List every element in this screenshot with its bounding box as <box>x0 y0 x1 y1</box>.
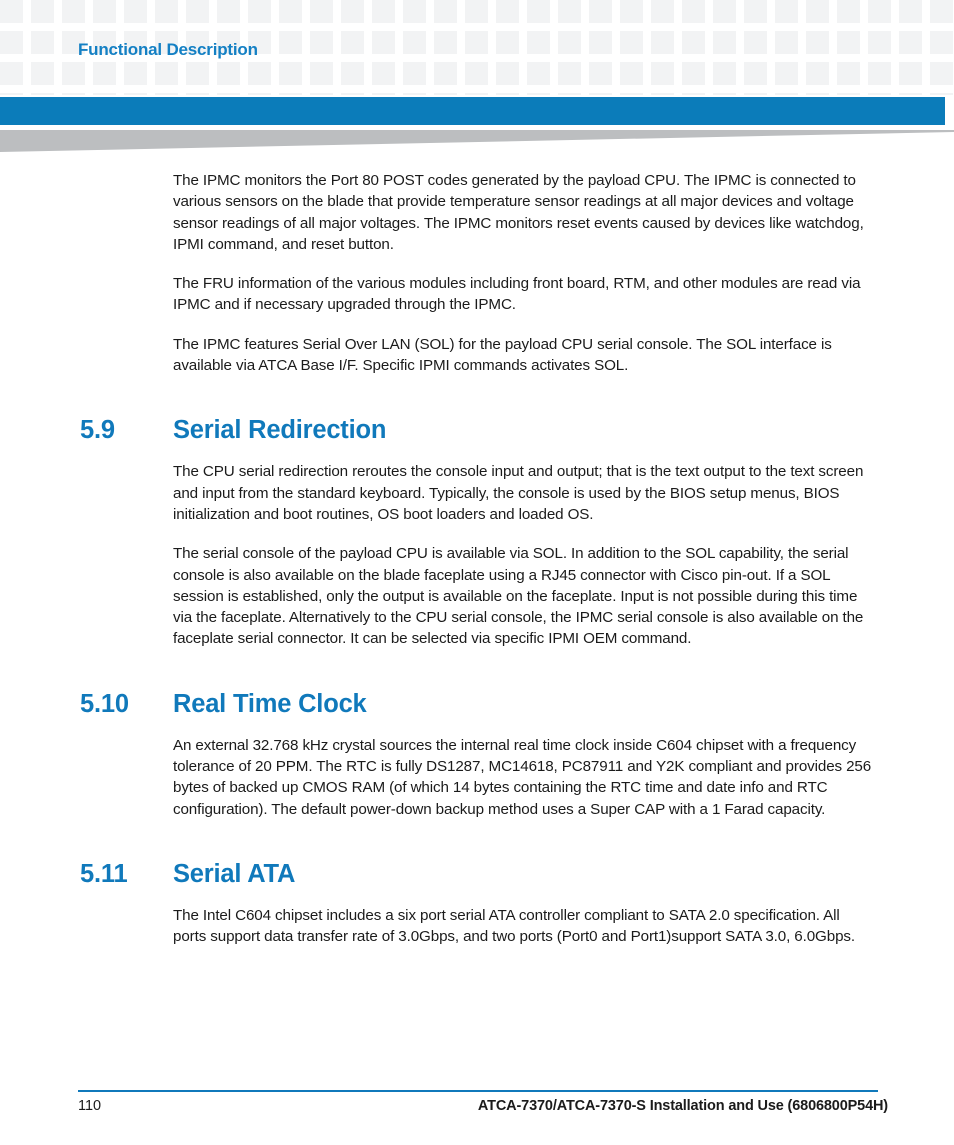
paragraph-serial-ata: The Intel C604 chipset includes a six po… <box>173 906 855 946</box>
header-gray-wedge <box>0 130 954 152</box>
chapter-title: Functional Description <box>78 40 258 59</box>
section-number: 5.10 <box>80 689 129 718</box>
section-title: Serial ATA <box>173 859 296 888</box>
section-number: 5.9 <box>80 416 115 445</box>
section-heading-5-9: 5.9 Serial Redirection <box>80 416 954 445</box>
footer-rule <box>78 1090 878 1092</box>
paragraph-real-time-clock: An external 32.768 kHz crystal sources t… <box>173 736 872 818</box>
section-title: Serial Redirection <box>173 416 387 445</box>
paragraph-sol-features: The IPMC features Serial Over LAN (SOL) … <box>173 335 832 375</box>
page-content: The IPMC monitors the Port 80 POST codes… <box>0 170 954 966</box>
header-accent-bar <box>0 97 945 125</box>
section-heading-5-10: 5.10 Real Time Clock <box>80 690 954 719</box>
section-number: 5.11 <box>80 859 128 888</box>
paragraph-fru-information: The FRU information of the various modul… <box>173 275 861 314</box>
section-heading-5-11: 5.11 Serial ATA <box>80 860 954 889</box>
section-title: Real Time Clock <box>173 689 367 718</box>
paragraph-ipmc-monitors: The IPMC monitors the Port 80 POST codes… <box>173 172 864 253</box>
paragraph-cpu-serial-redirection: The CPU serial redirection reroutes the … <box>173 463 864 523</box>
footer-document-title: ATCA-7370/ATCA-7370-S Installation and U… <box>477 1098 888 1114</box>
page-footer: 110 ATCA-7370/ATCA-7370-S Installation a… <box>0 1098 954 1122</box>
paragraph-serial-console-payload: The serial console of the payload CPU is… <box>173 545 864 648</box>
